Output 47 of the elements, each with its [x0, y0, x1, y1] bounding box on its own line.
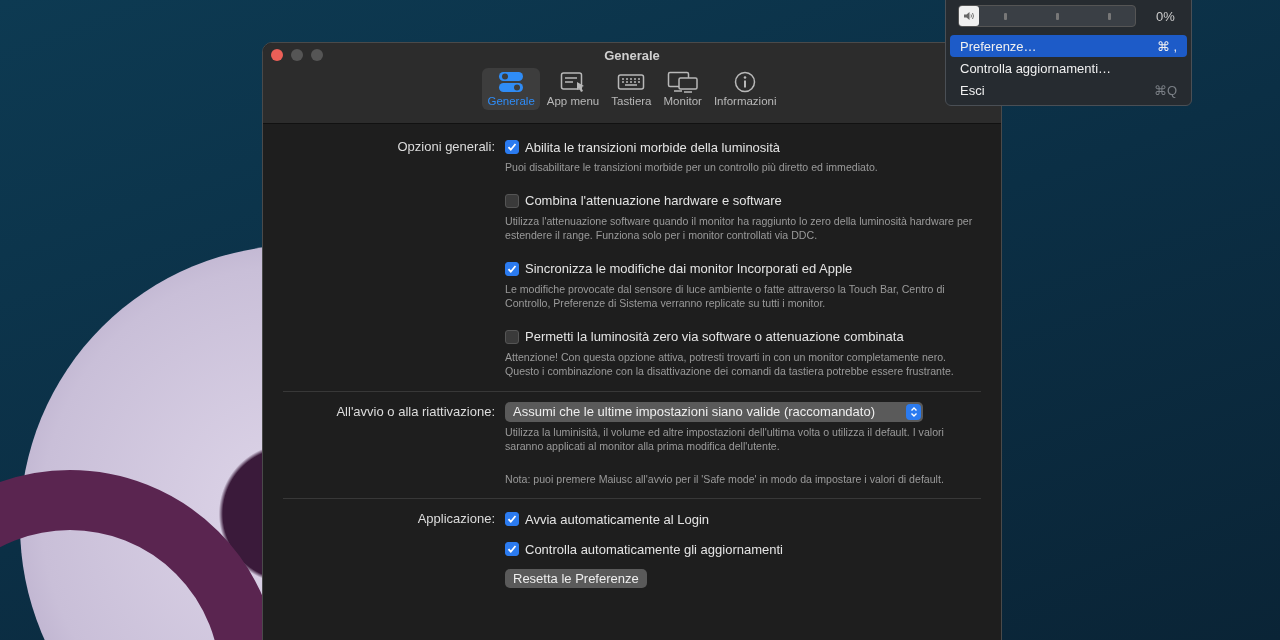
checkbox-label: Controlla automaticamente gli aggiornamenti — [525, 541, 783, 557]
option-description: Le modifiche provocate dal sensore di luce ambiente o fatte attraverso la Touch Bar, Centro di Controllo, Preferenze di Sistema verranno replicate su tutti i monitor. — [505, 281, 946, 311]
menu-item[interactable]: Esci ⌘Q — [950, 79, 1187, 101]
menu-item-label: Esci — [960, 82, 985, 98]
section-label: Applicazione: — [417, 510, 495, 528]
keyboard-icon — [617, 71, 646, 93]
volume-slider[interactable] — [958, 5, 1136, 27]
checkbox-label: Abilita le transizioni morbide della luminosità — [525, 139, 781, 155]
popup-button[interactable]: Assumi che le ultime impostazioni siano valide (raccomandato) — [505, 401, 923, 422]
info-icon — [734, 71, 757, 93]
option-description: Puoi disabilitare le transizioni morbide per un controllo più diretto ed immediato. — [505, 160, 879, 175]
toolbar-tab[interactable]: App menu — [541, 68, 605, 110]
toolbar-tab[interactable]: Tastiera — [606, 68, 657, 110]
slider-thumb[interactable] — [959, 6, 979, 26]
menu-item[interactable]: Preferenze… ⌘ , — [950, 35, 1187, 57]
stepper-icon — [906, 403, 921, 420]
checkbox[interactable] — [505, 329, 519, 344]
speaker-icon — [963, 11, 975, 21]
checkbox[interactable] — [505, 542, 519, 556]
option-note: Nota: puoi premere Maiusc all'avvio per il 'Safe mode' in modo da impostare i valori di default. — [505, 471, 945, 486]
volume-reading: 0% — [1156, 8, 1175, 24]
monitors-icon — [666, 71, 699, 93]
checkbox-label: Avvia automaticamente al Login — [525, 511, 710, 527]
shortcut-label: ⌘ , — [1156, 38, 1177, 54]
checkbox-label: Permetti la luminosità zero via software o attenuazione combinata — [525, 329, 904, 344]
menu-item-label: Controlla aggiornamenti… — [960, 60, 1112, 76]
checkbox[interactable] — [505, 512, 519, 526]
shortcut-label: ⌘Q — [1153, 82, 1177, 98]
section-label: All'avvio o alla riattivazione: — [336, 402, 495, 421]
checkbox-label: Sincronizza le modifiche dai monitor Incorporati ed Apple — [525, 261, 853, 276]
window-cursor-icon — [560, 71, 586, 93]
menu-item-label: Preferenze… — [960, 38, 1037, 54]
option-description: Attenzione! Con questa opzione attiva, potresti trovarti in con un monitor completamente nero. Questo i combinazione con la disattivazione dei comandi da tastiera potrebbe essere frustrante. — [505, 349, 955, 379]
toggles-icon — [498, 71, 525, 93]
reset-button[interactable]: Resetta le Preferenze — [505, 569, 647, 588]
section-label: Opzioni generali: — [397, 138, 495, 156]
checkbox-label: Combina l'attenuazione hardware e software — [525, 193, 782, 208]
toolbar-tab[interactable]: Monitor — [658, 68, 707, 110]
option-description: Utilizza la luminisità, il volume ed altre impostazioni dell'ultima volta o utilizza il default. I valori saranno applicati al monitor alla prima modifica dell'utente. — [505, 424, 945, 454]
close-icon[interactable] — [271, 49, 283, 61]
checkbox[interactable] — [505, 193, 519, 208]
window-title: Generale — [604, 48, 660, 63]
checkbox[interactable] — [505, 140, 519, 154]
checkbox[interactable] — [505, 261, 519, 276]
option-description: Utilizza l'attenuazione software quando il monitor ha raggiunto lo zero della luminosità hardware per estendere il range. Funziona solo per i monitor controllati via DDC. — [505, 213, 974, 243]
menu-item[interactable]: Controlla aggiornamenti… — [950, 57, 1187, 79]
toolbar-tab[interactable]: Informazioni — [708, 68, 782, 110]
